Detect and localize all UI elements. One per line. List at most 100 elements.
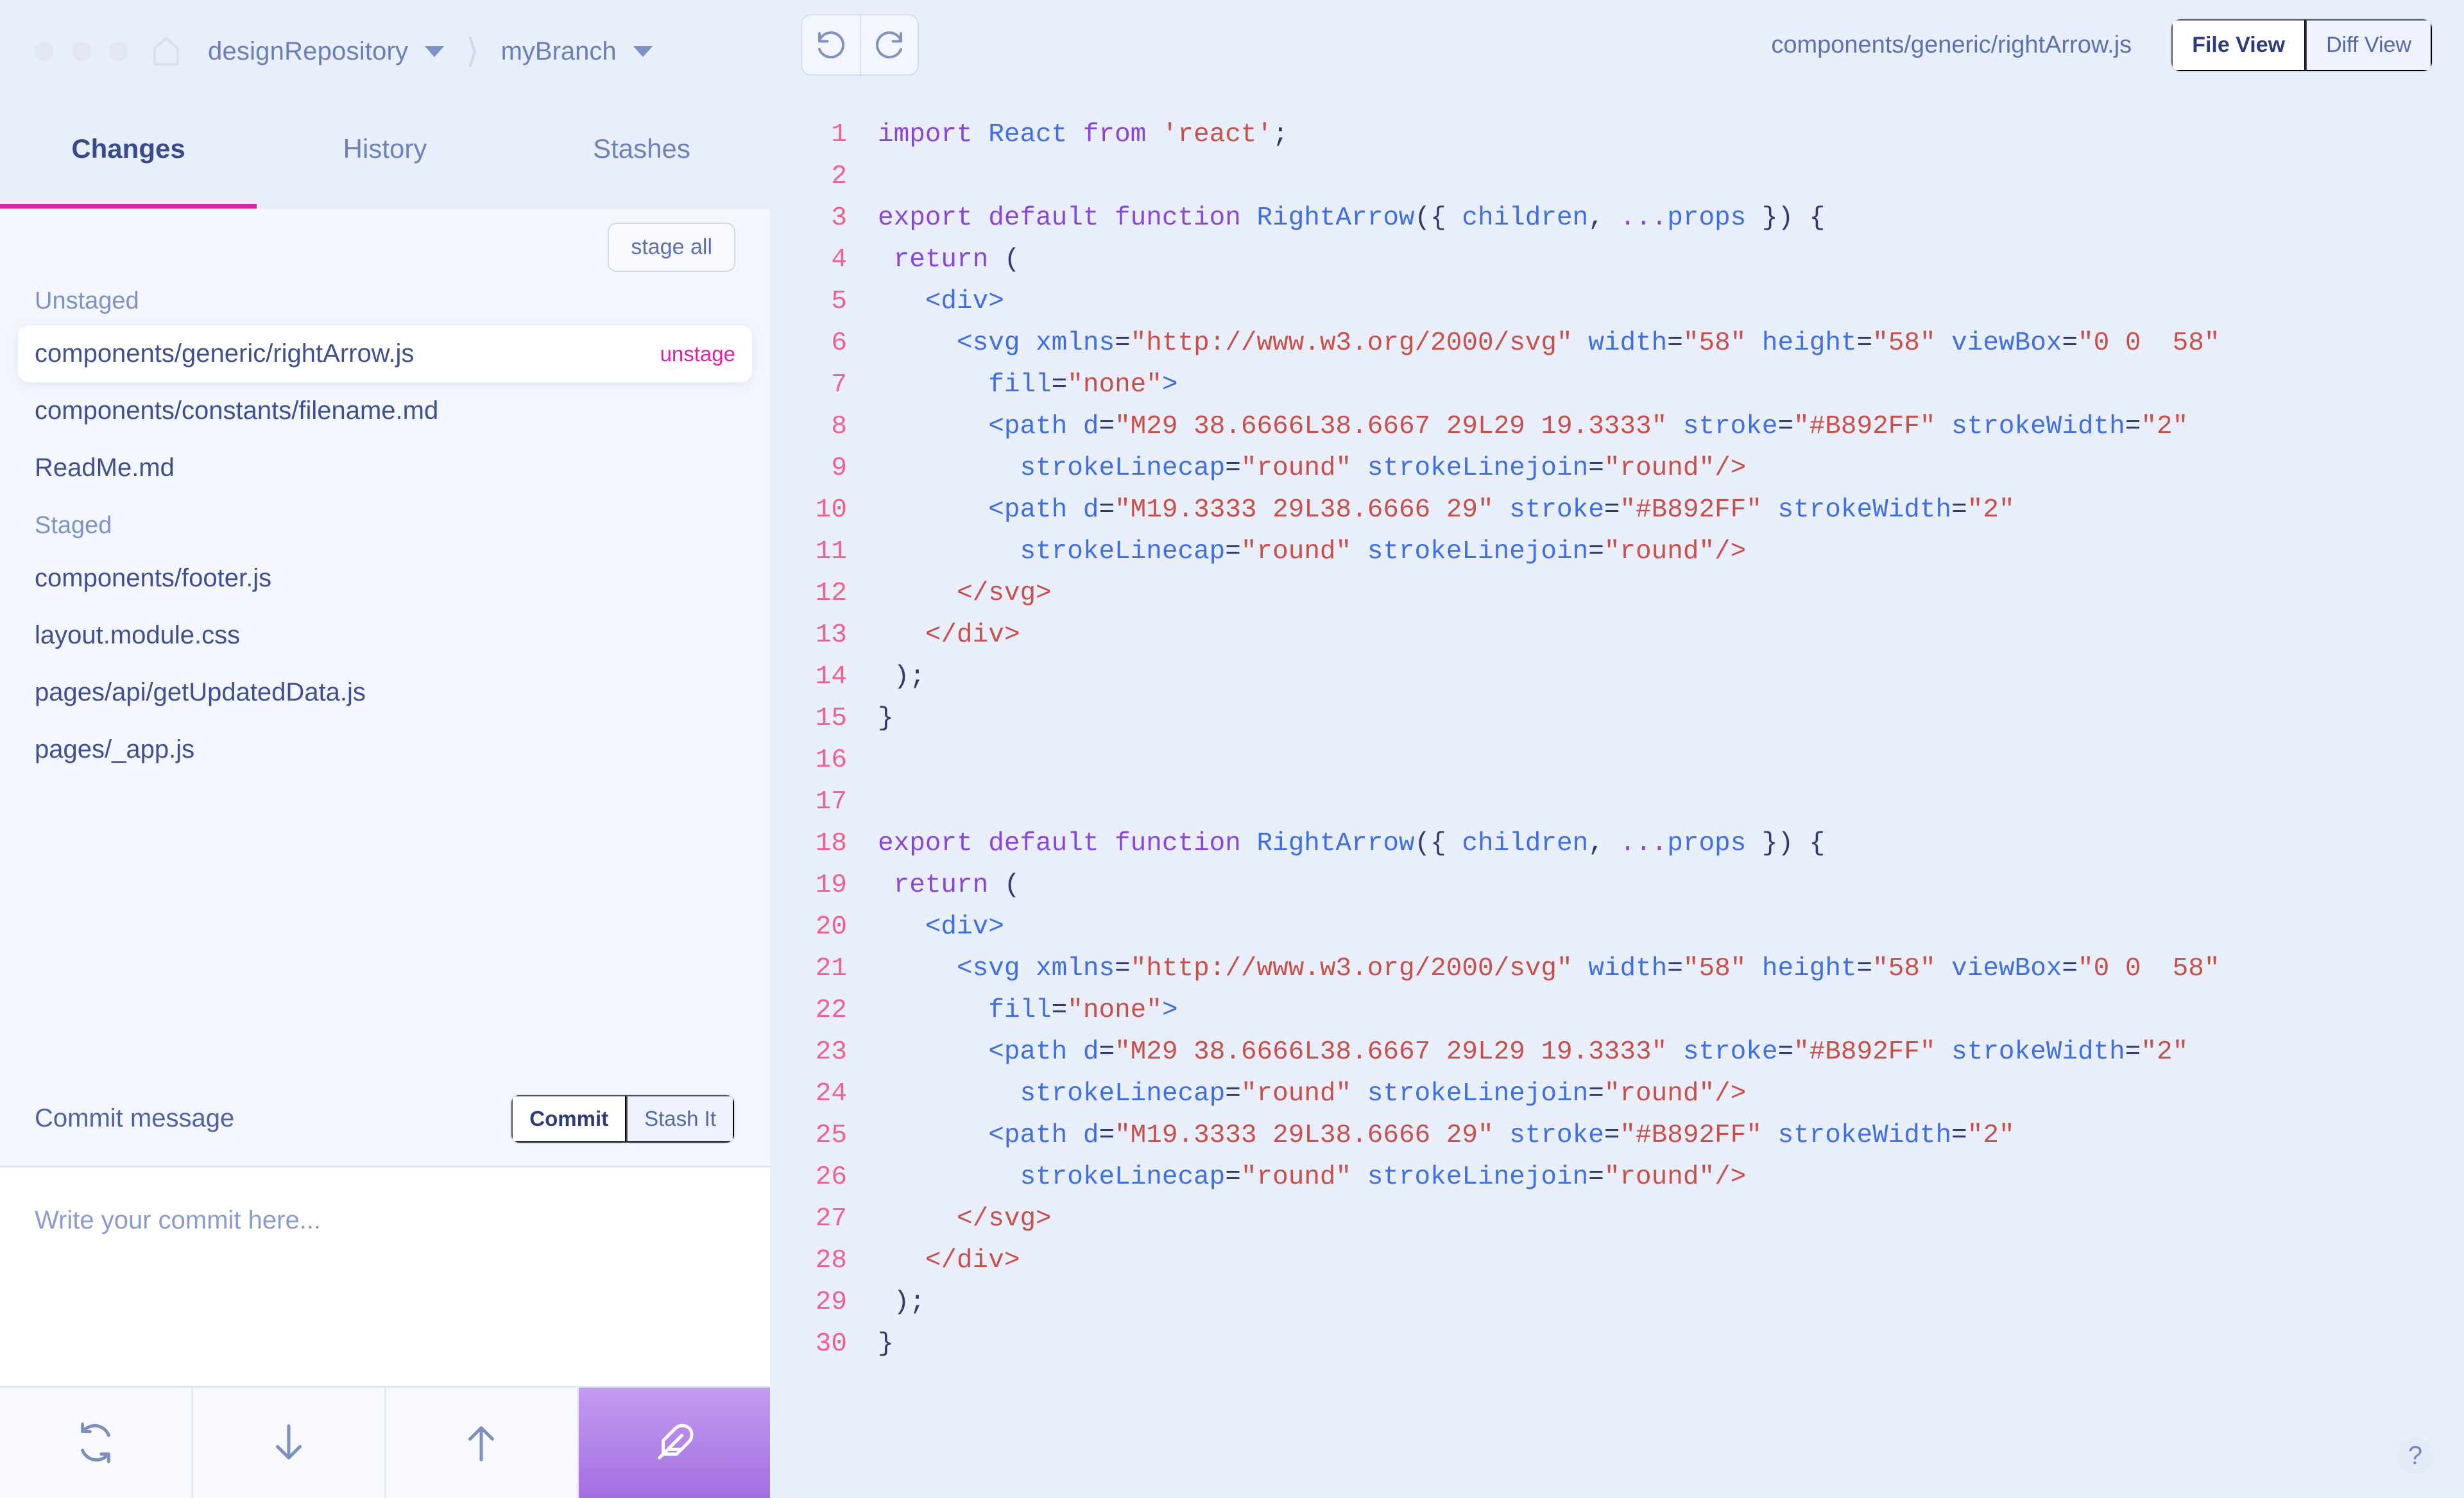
list-item[interactable]: ReadMe.md bbox=[18, 439, 752, 497]
commit-action-toggle: Commit Stash It bbox=[510, 1093, 735, 1144]
code-line: 29 ); bbox=[770, 1282, 2464, 1324]
list-item[interactable]: layout.module.css bbox=[18, 607, 752, 664]
breadcrumb-separator-icon: ⟩ bbox=[466, 33, 479, 70]
branch-name[interactable]: myBranch bbox=[501, 37, 617, 66]
branch-chevron-down-icon[interactable] bbox=[633, 46, 653, 57]
line-number: 20 bbox=[815, 912, 847, 942]
code-line: 1 import React from 'react'; bbox=[770, 114, 2464, 156]
tab-changes-label: Changes bbox=[71, 133, 185, 164]
code-line: 18 export default function RightArrow({ c… bbox=[770, 823, 2464, 865]
code-viewer[interactable]: 1 import React from 'react'; 2 3 export def… bbox=[770, 90, 2464, 1498]
file-path: pages/api/getUpdatedData.js bbox=[35, 678, 366, 706]
code-text: <div> bbox=[925, 912, 1004, 942]
list-item[interactable]: components/constants/filename.md bbox=[18, 382, 752, 439]
line-number: 6 bbox=[831, 328, 847, 358]
line-number: 28 bbox=[815, 1246, 847, 1275]
code-text: export default function RightArrow({ chi… bbox=[878, 829, 1826, 858]
line-number: 3 bbox=[831, 203, 847, 233]
code-text: ); bbox=[893, 662, 925, 692]
line-number: 2 bbox=[831, 162, 847, 191]
code-line: 15} bbox=[770, 698, 2464, 740]
code-text: fill="none"> bbox=[988, 996, 1178, 1025]
tab-history[interactable]: History bbox=[257, 103, 513, 209]
tab-history-label: History bbox=[343, 133, 427, 164]
code-line: 20 <div> bbox=[770, 906, 2464, 948]
code-line: 16 bbox=[770, 740, 2464, 781]
list-item[interactable]: components/footer.js bbox=[18, 550, 752, 607]
line-number: 18 bbox=[815, 829, 847, 858]
window-controls[interactable] bbox=[35, 42, 128, 61]
undo-button[interactable] bbox=[802, 15, 860, 74]
line-number: 29 bbox=[815, 1288, 847, 1317]
stage-all-button[interactable]: stage all bbox=[608, 223, 735, 272]
tab-diff-view[interactable]: Diff View bbox=[2306, 19, 2432, 71]
file-path: components/constants/filename.md bbox=[35, 396, 439, 425]
line-number: 8 bbox=[831, 412, 847, 441]
line-number: 24 bbox=[815, 1079, 847, 1109]
home-icon[interactable] bbox=[149, 34, 184, 69]
list-item[interactable]: pages/_app.js bbox=[18, 721, 752, 778]
list-item[interactable]: pages/api/getUpdatedData.js bbox=[18, 664, 752, 721]
code-text: </div> bbox=[925, 620, 1020, 650]
tab-changes[interactable]: Changes bbox=[0, 103, 257, 209]
code-line: 7 fill="none"> bbox=[770, 364, 2464, 406]
line-number: 1 bbox=[831, 120, 847, 149]
code-line: 26 strokeLinecap="round" strokeLinejoin=… bbox=[770, 1157, 2464, 1198]
tab-stashes[interactable]: Stashes bbox=[513, 103, 770, 209]
code-line: 6 <svg xmlns="http://www.w3.org/2000/svg… bbox=[770, 323, 2464, 364]
code-line: 27 </svg> bbox=[770, 1198, 2464, 1240]
code-text: <path d="M29 38.6666L38.6667 29L29 19.33… bbox=[988, 412, 2189, 441]
code-text: export default function RightArrow({ chi… bbox=[878, 203, 1826, 233]
repository-name[interactable]: designRepository bbox=[208, 37, 408, 66]
help-button[interactable]: ? bbox=[2397, 1438, 2433, 1474]
list-item[interactable]: components/generic/rightArrow.js unstage bbox=[18, 325, 752, 382]
code-text: <div> bbox=[925, 287, 1004, 316]
close-icon[interactable] bbox=[35, 42, 54, 61]
code-line: 30} bbox=[770, 1324, 2464, 1365]
line-number: 11 bbox=[815, 537, 847, 566]
code-line: 11 strokeLinecap="round" strokeLinejoin=… bbox=[770, 531, 2464, 573]
line-number: 14 bbox=[815, 662, 847, 692]
code-line: 25 <path d="M19.3333 29L38.6666 29" stro… bbox=[770, 1115, 2464, 1157]
maximize-icon[interactable] bbox=[109, 42, 128, 61]
tab-file-view[interactable]: File View bbox=[2171, 19, 2306, 71]
code-text: strokeLinecap="round" strokeLinejoin="ro… bbox=[1020, 537, 1747, 566]
sync-button[interactable] bbox=[0, 1388, 193, 1498]
sync-icon bbox=[73, 1420, 118, 1465]
arrow-down-icon bbox=[266, 1420, 311, 1465]
file-path: components/generic/rightArrow.js bbox=[35, 339, 415, 368]
compose-commit-button[interactable] bbox=[579, 1388, 770, 1498]
code-text: return ( bbox=[893, 871, 1020, 900]
unstage-button[interactable]: unstage bbox=[660, 342, 735, 366]
line-number: 16 bbox=[815, 745, 847, 775]
redo-icon bbox=[872, 28, 907, 62]
line-number: 7 bbox=[831, 370, 847, 400]
redo-button[interactable] bbox=[860, 15, 918, 74]
code-line: 8 <path d="M29 38.6666L38.6667 29L29 19.… bbox=[770, 406, 2464, 448]
code-text: <path d="M19.3333 29L38.6666 29" stroke=… bbox=[988, 1121, 2015, 1150]
commit-button[interactable]: Commit bbox=[511, 1094, 627, 1143]
push-button[interactable] bbox=[386, 1388, 579, 1498]
unstaged-group-label: Unstaged bbox=[35, 287, 139, 314]
undo-redo-group bbox=[801, 14, 919, 76]
code-line: 9 strokeLinecap="round" strokeLinejoin="… bbox=[770, 448, 2464, 489]
pull-button[interactable] bbox=[193, 1388, 386, 1498]
stash-it-button[interactable]: Stash It bbox=[626, 1094, 734, 1143]
commit-message-input[interactable]: Write your commit here... bbox=[0, 1168, 770, 1386]
code-text: } bbox=[878, 704, 894, 733]
commit-message-header: Commit message Commit Stash It bbox=[0, 1071, 770, 1168]
line-number: 4 bbox=[831, 245, 847, 275]
code-text: </div> bbox=[925, 1246, 1020, 1275]
minimize-icon[interactable] bbox=[72, 42, 91, 61]
file-path: pages/_app.js bbox=[35, 735, 195, 763]
code-text: } bbox=[878, 1329, 894, 1359]
line-number: 10 bbox=[815, 495, 847, 525]
code-text: <path d="M29 38.6666L38.6667 29L29 19.33… bbox=[988, 1037, 2189, 1067]
line-number: 25 bbox=[815, 1121, 847, 1150]
repository-chevron-down-icon[interactable] bbox=[425, 46, 445, 57]
current-file-path: components/generic/rightArrow.js bbox=[1771, 31, 2132, 58]
line-number: 21 bbox=[815, 954, 847, 983]
code-line: 13 </div> bbox=[770, 615, 2464, 656]
feather-icon bbox=[652, 1420, 697, 1465]
